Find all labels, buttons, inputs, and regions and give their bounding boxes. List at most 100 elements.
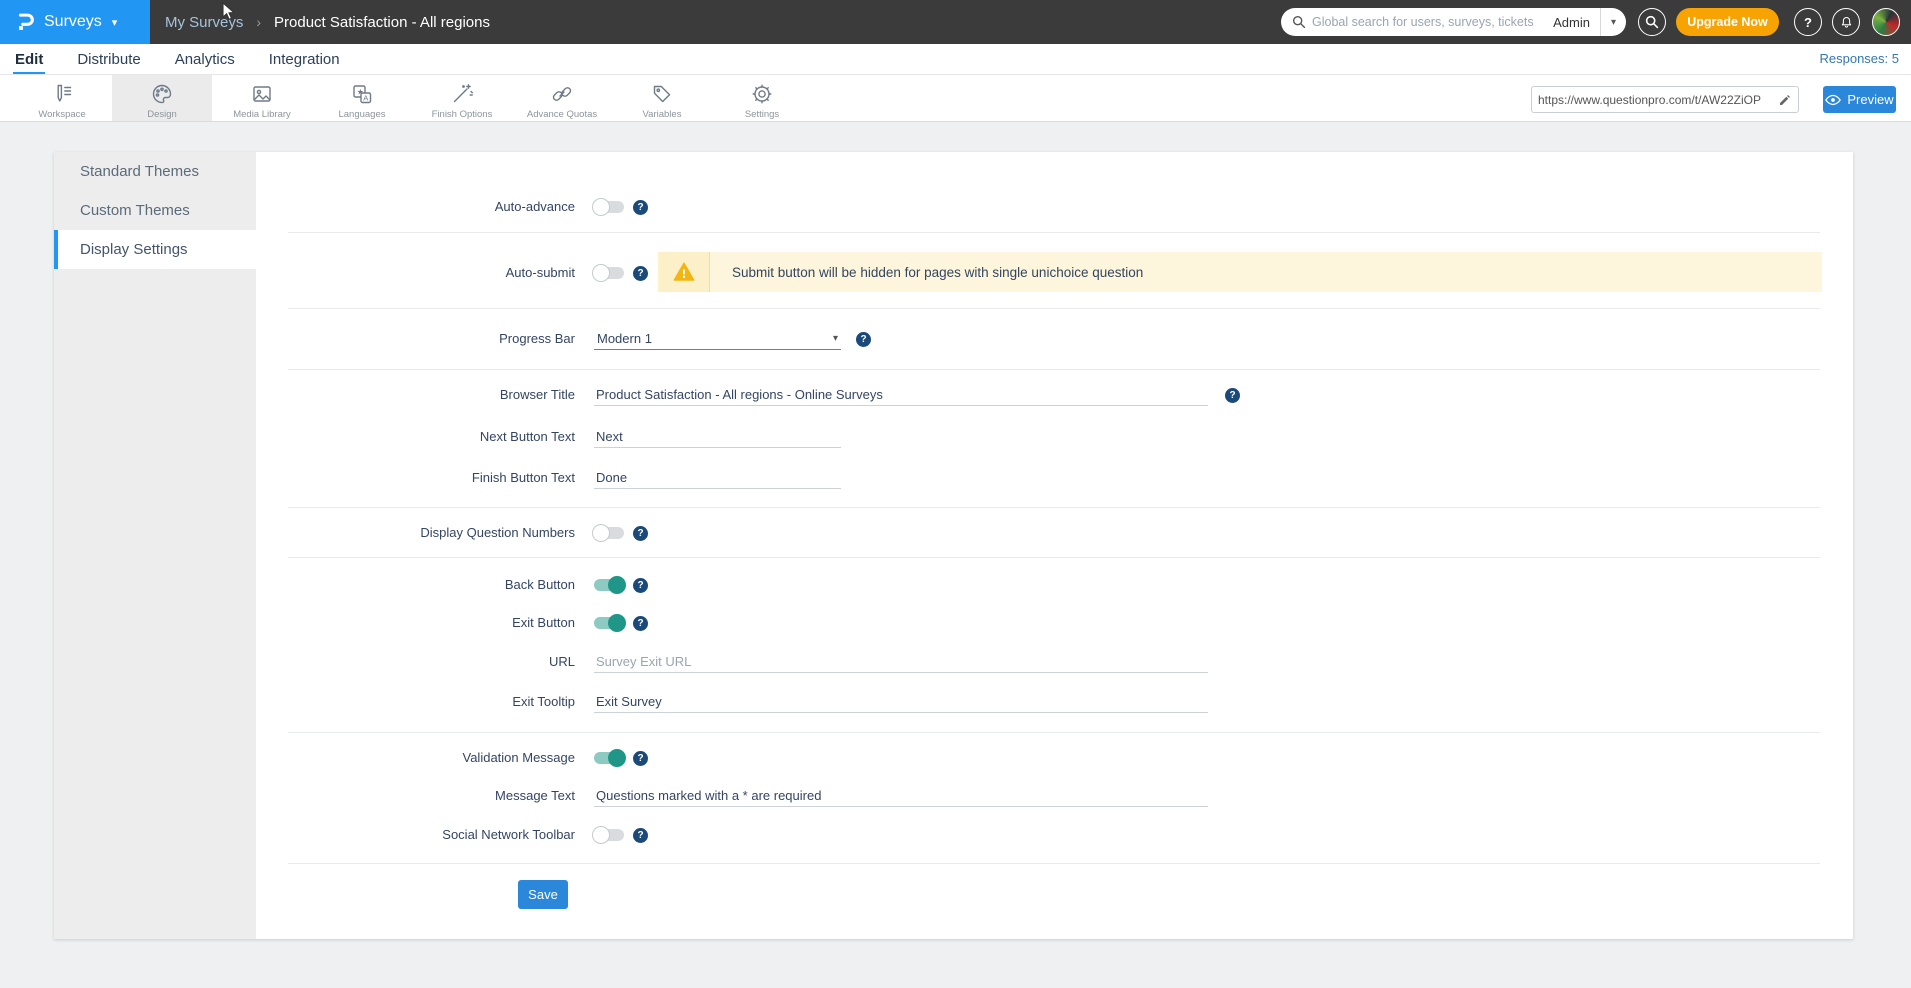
finish-button-text-label: Finish Button Text: [256, 467, 575, 489]
warning-message: Submit button will be hidden for pages w…: [710, 252, 1143, 292]
next-button-text-label: Next Button Text: [256, 426, 575, 448]
breadcrumb-current-survey: Product Satisfaction - All regions: [274, 14, 490, 31]
exit-button-help-icon[interactable]: ?: [633, 616, 648, 631]
browser-title-help-icon[interactable]: ?: [1225, 388, 1240, 403]
progress-bar-label: Progress Bar: [256, 328, 575, 350]
auto-advance-help-icon[interactable]: ?: [633, 200, 648, 215]
user-avatar[interactable]: [1872, 8, 1900, 36]
progress-bar-select[interactable]: Modern 1 ▾: [594, 328, 841, 350]
sidebar-item-display-settings[interactable]: Display Settings: [54, 230, 256, 269]
progress-bar-help-icon[interactable]: ?: [856, 332, 871, 347]
divider: [288, 507, 1820, 508]
exit-tooltip-input[interactable]: [594, 691, 1208, 713]
display-question-numbers-toggle[interactable]: [594, 527, 624, 539]
exit-tooltip-row: Exit Tooltip: [256, 691, 1853, 713]
questionpro-logo-icon: [14, 11, 36, 33]
palette-icon: [150, 82, 174, 106]
tab-distribute[interactable]: Distribute: [75, 44, 142, 74]
back-button-label: Back Button: [256, 574, 575, 596]
display-question-numbers-row: Display Question Numbers ?: [256, 522, 1853, 544]
back-button-row: Back Button ?: [256, 574, 1853, 596]
auto-submit-label: Auto-submit: [256, 262, 575, 284]
preview-button[interactable]: Preview: [1823, 86, 1896, 113]
breadcrumb-my-surveys[interactable]: My Surveys: [165, 14, 243, 31]
next-button-text-row: Next Button Text: [256, 426, 1853, 448]
finish-button-text-input[interactable]: [594, 467, 841, 489]
display-question-numbers-label: Display Question Numbers: [256, 522, 575, 544]
divider: [288, 557, 1820, 558]
save-button[interactable]: Save: [518, 880, 568, 909]
breadcrumb-separator-icon: ›: [256, 14, 261, 30]
tab-edit[interactable]: Edit: [13, 44, 45, 74]
display-question-numbers-help-icon[interactable]: ?: [633, 526, 648, 541]
global-search-input[interactable]: [1312, 8, 1549, 36]
question-mark-icon: ?: [1804, 15, 1812, 30]
search-scope-dropdown[interactable]: ▾: [1600, 8, 1626, 36]
image-icon: [250, 82, 274, 106]
help-button[interactable]: ?: [1794, 8, 1822, 36]
social-network-toolbar-row: Social Network Toolbar ?: [256, 824, 1853, 846]
app-title: Surveys: [44, 13, 102, 31]
toolbar-item-advance-quotas[interactable]: Advance Quotas: [512, 75, 612, 121]
workspace-icon: [50, 82, 74, 106]
finish-button-text-row: Finish Button Text: [256, 467, 1853, 489]
progress-bar-row: Progress Bar Modern 1 ▾ ?: [256, 328, 1853, 350]
toolbar-item-media-library[interactable]: Media Library: [212, 75, 312, 121]
validation-message-help-icon[interactable]: ?: [633, 751, 648, 766]
auto-submit-help-icon[interactable]: ?: [633, 266, 648, 281]
translate-icon: ★A: [350, 82, 374, 106]
tab-integration[interactable]: Integration: [267, 44, 342, 74]
notifications-button[interactable]: [1832, 8, 1860, 36]
upgrade-now-button[interactable]: Upgrade Now: [1676, 8, 1779, 36]
message-text-input[interactable]: [594, 785, 1208, 807]
exit-button-label: Exit Button: [256, 612, 575, 634]
edit-url-pencil-icon[interactable]: [1778, 93, 1792, 107]
auto-advance-label: Auto-advance: [256, 196, 575, 218]
back-button-toggle[interactable]: [594, 579, 624, 591]
global-search: Admin ▾: [1281, 8, 1626, 36]
validation-message-label: Validation Message: [256, 747, 575, 769]
toolbar-item-languages[interactable]: ★A Languages: [312, 75, 412, 121]
exit-button-row: Exit Button ?: [256, 612, 1853, 634]
chevron-down-icon: ▾: [112, 16, 118, 29]
gear-icon: [750, 82, 774, 106]
survey-url-box: [1531, 86, 1799, 113]
survey-url-input[interactable]: [1538, 93, 1778, 107]
message-text-row: Message Text: [256, 785, 1853, 807]
exit-button-toggle[interactable]: [594, 617, 624, 629]
toolbar-item-variables[interactable]: Variables: [612, 75, 712, 121]
magic-wand-icon: [450, 82, 474, 106]
auto-advance-row: Auto-advance ?: [256, 196, 1853, 218]
browser-title-label: Browser Title: [256, 384, 575, 406]
tag-icon: [650, 82, 674, 106]
exit-url-label: URL: [256, 651, 575, 673]
eye-icon: [1825, 94, 1841, 106]
next-button-text-input[interactable]: [594, 426, 841, 448]
exit-url-input[interactable]: [594, 651, 1208, 673]
tab-analytics[interactable]: Analytics: [173, 44, 237, 74]
sidebar-item-standard-themes[interactable]: Standard Themes: [54, 152, 256, 191]
chevron-down-icon: ▾: [833, 333, 838, 344]
link-icon: [550, 82, 574, 106]
divider: [288, 863, 1820, 864]
search-submit-button[interactable]: [1638, 8, 1666, 36]
social-network-toolbar-help-icon[interactable]: ?: [633, 828, 648, 843]
divider: [288, 308, 1820, 309]
surveys-app-menu[interactable]: Surveys ▾: [0, 0, 150, 44]
design-sidebar: Standard Themes Custom Themes Display Se…: [54, 152, 256, 939]
responses-count[interactable]: Responses: 5: [1820, 51, 1900, 66]
back-button-help-icon[interactable]: ?: [633, 578, 648, 593]
auto-advance-toggle[interactable]: [594, 201, 624, 213]
exit-tooltip-label: Exit Tooltip: [256, 691, 575, 713]
browser-title-input[interactable]: [594, 384, 1208, 406]
toolbar-item-workspace[interactable]: Workspace: [12, 75, 112, 121]
toolbar-item-finish-options[interactable]: Finish Options: [412, 75, 512, 121]
toolbar-item-design[interactable]: Design: [112, 75, 212, 121]
top-bar: Surveys ▾ My Surveys › Product Satisfact…: [0, 0, 1911, 44]
validation-message-toggle[interactable]: [594, 752, 624, 764]
toolbar-item-settings[interactable]: Settings: [712, 75, 812, 121]
sidebar-item-custom-themes[interactable]: Custom Themes: [54, 191, 256, 230]
social-network-toolbar-toggle[interactable]: [594, 829, 624, 841]
divider: [288, 732, 1820, 733]
auto-submit-toggle[interactable]: [594, 267, 624, 279]
